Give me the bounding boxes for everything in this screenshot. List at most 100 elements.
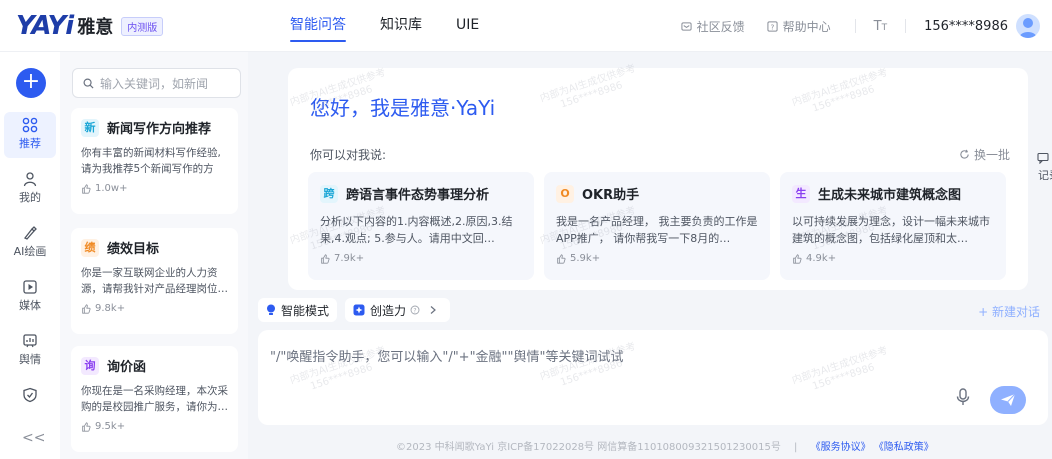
thumb-up-icon: [321, 253, 330, 264]
new-button[interactable]: +: [16, 68, 46, 98]
help-center-link[interactable]: ? 帮助中心: [767, 18, 831, 35]
thumb-up-icon: [82, 421, 91, 432]
creativity-selector[interactable]: 创造力 ?: [345, 298, 451, 322]
collapse-sidebar-button[interactable]: <<: [22, 430, 45, 446]
search-icon: [83, 78, 94, 89]
tab-smart-qa[interactable]: 智能问答: [290, 0, 346, 52]
rail-label: AI绘画: [13, 245, 47, 258]
privacy-policy-link[interactable]: 《隐私政策》: [874, 442, 934, 453]
prompt-card[interactable]: 绩 绩效目标 你是一家互联网企业的人力资源，请帮我针对产品经理岗位… 9.8k+: [71, 228, 238, 334]
copyright-text: ©2023 中科闻歌YaYi 京ICP备17022028号 网信算备110108…: [396, 442, 781, 453]
card-title-row: 跨 跨语言事件态势事理分析: [320, 184, 522, 203]
card-likes: 7.9k+: [320, 253, 522, 264]
card-title: 生成未来城市建筑概念图: [818, 188, 962, 203]
card-title-row: 新 新闻写作方向推荐: [81, 118, 228, 137]
card-description: 你现在是一名采购经理，本次采购的是校园推广服务，请你为…: [81, 385, 228, 413]
rail-item-recommend[interactable]: 推荐: [4, 112, 56, 158]
left-rail: + 推荐 我的 AI绘画 媒体 舆情 <<: [0, 52, 60, 459]
card-description: 以可持续发展为理念，设计一幅未来城市建筑的概念图，包括绿化屋顶和太…: [792, 215, 990, 245]
rail-label: 我的: [19, 191, 41, 204]
shield-icon: [23, 387, 37, 403]
community-feedback-link[interactable]: 社区反馈: [681, 18, 745, 35]
footer-separator: |: [794, 442, 798, 453]
footer: ©2023 中科闻歌YaYi 京ICP备17022028号 网信算备110108…: [396, 438, 934, 453]
send-button[interactable]: [990, 386, 1026, 414]
top-header: YAYi 雅意 内测版 智能问答 知识库 UIE 社区反馈 ? 帮助中心 TT …: [0, 0, 1052, 52]
thumb-up-icon: [82, 303, 91, 314]
microphone-icon: [956, 388, 970, 405]
main-nav: 智能问答 知识库 UIE: [290, 0, 513, 52]
card-title-row: 询 询价函: [81, 356, 228, 375]
brush-icon: [24, 226, 37, 240]
search-input[interactable]: 输入关键词，如新闻: [72, 68, 241, 98]
card-title: 绩效目标: [107, 242, 160, 257]
card-tag: 询: [81, 356, 99, 375]
user-phone[interactable]: 156****8986: [924, 19, 1008, 34]
rail-item-security[interactable]: [4, 382, 56, 428]
voice-input-button[interactable]: [956, 388, 970, 410]
card-likes: 1.0w+: [81, 183, 228, 194]
card-likes: 5.9k+: [556, 253, 758, 264]
history-record-button[interactable]: 记录: [1034, 152, 1052, 183]
prompt-card[interactable]: 询 询价函 你现在是一名采购经理，本次采购的是校园推广服务，请你为… 9.5k+: [71, 346, 238, 452]
likes-count: 5.9k+: [570, 253, 601, 264]
card-title-row: 生 生成未来城市建筑概念图: [792, 184, 994, 203]
card-title: 跨语言事件态势事理分析: [346, 188, 490, 203]
card-tag: 跨: [320, 184, 338, 203]
creativity-label: 创造力: [370, 303, 407, 318]
likes-count: 1.0w+: [95, 183, 128, 194]
card-likes: 9.8k+: [81, 303, 228, 314]
rail-item-ai-painting[interactable]: AI绘画: [4, 220, 56, 266]
refresh-label: 换一批: [973, 148, 1010, 162]
card-description: 你是一家互联网企业的人力资源，请帮我针对产品经理岗位…: [81, 267, 228, 295]
font-size-button[interactable]: TT: [874, 19, 887, 34]
likes-count: 9.5k+: [95, 421, 126, 432]
card-title: 新闻写作方向推荐: [107, 122, 212, 137]
user-avatar-icon: [1019, 18, 1037, 38]
rail-item-media[interactable]: 媒体: [4, 274, 56, 320]
card-title: OKR助手: [582, 188, 640, 203]
info-icon: ?: [410, 305, 420, 315]
chat-input[interactable]: [270, 346, 930, 386]
prompt-card[interactable]: 新 新闻写作方向推荐 你有丰富的新闻材料写作经验,请为我推荐5个新闻写作的方向……: [71, 108, 238, 214]
feedback-icon: [681, 21, 692, 31]
service-agreement-link[interactable]: 《服务协议》: [811, 442, 871, 453]
card-likes: 9.5k+: [81, 421, 228, 432]
rail-item-public-opinion[interactable]: 舆情: [4, 328, 56, 374]
likes-count: 7.9k+: [334, 253, 365, 264]
card-description: 分析以下内容的1.内容概述,2.原因,3.结果,4.观点; 5.参与人。请用中文…: [320, 215, 513, 245]
suggestion-card[interactable]: 跨 跨语言事件态势事理分析 分析以下内容的1.内容概述,2.原因,3.结果,4.…: [308, 172, 534, 280]
rail-label: 推荐: [19, 137, 41, 150]
likes-count: 9.8k+: [95, 303, 126, 314]
card-likes: 4.9k+: [792, 253, 994, 264]
send-icon: [1001, 393, 1016, 406]
card-tag: 生: [792, 184, 810, 203]
tab-knowledge-base[interactable]: 知识库: [380, 0, 422, 52]
tab-uie[interactable]: UIE: [456, 0, 479, 52]
thumb-up-icon: [82, 183, 91, 194]
history-icon: [1037, 152, 1049, 165]
suggestion-card[interactable]: O OKR助手 我是一名产品经理， 我主要负责的工作是APP推广， 请你帮我写一…: [544, 172, 770, 280]
svg-text:?: ?: [413, 308, 416, 315]
logo-name: 雅意: [77, 17, 114, 38]
rail-label: 舆情: [19, 353, 41, 366]
play-icon: [23, 280, 37, 294]
logo[interactable]: YAYi 雅意 内测版: [16, 10, 164, 42]
card-description: 我是一名产品经理， 我主要负责的工作是APP推广， 请你帮我写一下8月的…: [556, 215, 758, 245]
grid-icon: [22, 117, 38, 133]
prompt-sidebar: 输入关键词，如新闻 新 新闻写作方向推荐 你有丰富的新闻材料写作经验,请为我推荐…: [60, 52, 248, 459]
avatar[interactable]: [1016, 14, 1040, 38]
card-tag: 新: [81, 118, 99, 137]
chat-input-box: [258, 330, 1048, 425]
header-divider: [905, 19, 907, 33]
new-chat-button[interactable]: + 新建对话: [978, 303, 1040, 320]
refresh-suggestions-button[interactable]: 换一批: [959, 146, 1010, 163]
suggestion-card[interactable]: 生 生成未来城市建筑概念图 以可持续发展为理念，设计一幅未来城市建筑的概念图，包…: [780, 172, 1006, 280]
smart-mode-toggle[interactable]: 智能模式: [258, 298, 338, 322]
thumb-up-icon: [557, 253, 566, 264]
beta-badge: 内测版: [121, 16, 164, 36]
card-title: 询价函: [107, 360, 147, 375]
search-placeholder: 输入关键词，如新闻: [100, 76, 209, 91]
card-title-row: O OKR助手: [556, 184, 758, 203]
rail-item-mine[interactable]: 我的: [4, 166, 56, 212]
